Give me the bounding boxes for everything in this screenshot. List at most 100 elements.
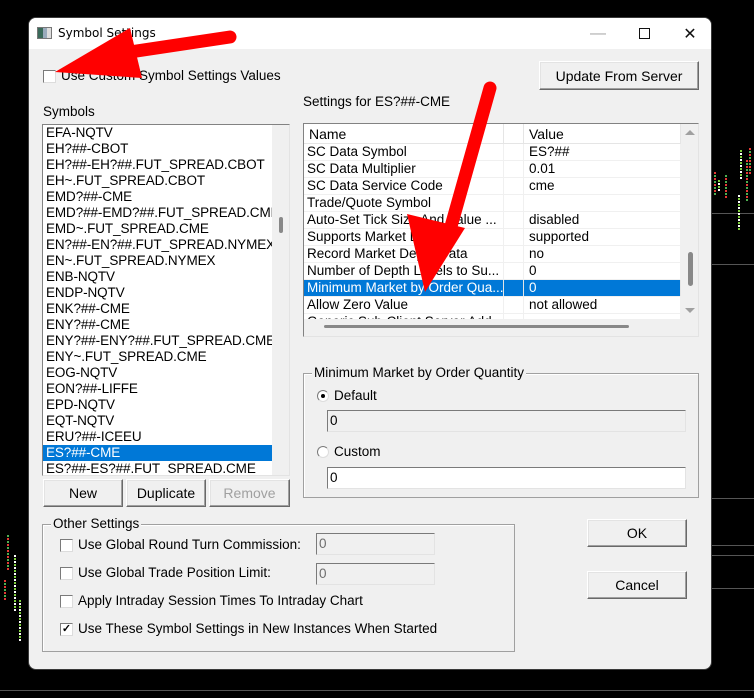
symbol-list-item[interactable]: ERU?##-ICEEU [43, 429, 289, 445]
symbol-list-item[interactable]: EON?##-LIFFE [43, 381, 289, 397]
background-chart-bar [740, 159, 742, 161]
setting-spacer [504, 263, 524, 279]
settings-row[interactable]: Generic Sub-Client Server Add... [304, 314, 681, 319]
symbol-list-item[interactable]: EH~.FUT_SPREAD.CBOT [43, 173, 289, 189]
symbol-list-item[interactable]: EMD?##-EMD?##.FUT_SPREAD.CME [43, 205, 289, 221]
setting-name: Generic Sub-Client Server Add... [304, 314, 504, 319]
symbol-list-item[interactable]: ES?##-ES?##.FUT_SPREAD.CME [43, 461, 289, 475]
setting-value[interactable]: ES?## [524, 144, 681, 160]
symbols-scrollbar-thumb[interactable] [279, 217, 283, 233]
ok-button[interactable]: OK [587, 519, 687, 547]
settings-row[interactable]: Trade/Quote Symbol [304, 195, 681, 212]
setting-value[interactable]: 0 [524, 263, 681, 279]
symbol-list-item[interactable]: EMD~.FUT_SPREAD.CME [43, 221, 289, 237]
setting-name: Supports Market Depth [304, 229, 504, 245]
setting-value[interactable]: cme [524, 178, 681, 194]
setting-value[interactable] [524, 195, 681, 211]
setting-name: Trade/Quote Symbol [304, 195, 504, 211]
background-chart-bar [14, 585, 16, 587]
close-button[interactable]: ✕ [667, 18, 711, 49]
background-chart-bar [4, 592, 6, 594]
symbol-list-item[interactable]: EOG-NQTV [43, 365, 289, 381]
column-header-name[interactable]: Name [304, 124, 504, 143]
default-radio[interactable] [317, 390, 329, 402]
background-chart-bar [738, 225, 740, 227]
background-chart-bar [725, 184, 727, 186]
cancel-button[interactable]: Cancel [587, 571, 687, 599]
setting-value[interactable]: disabled [524, 212, 681, 228]
settings-row[interactable]: Minimum Market by Order Qua... 0 [304, 280, 681, 297]
symbol-list-item[interactable]: EPD-NQTV [43, 397, 289, 413]
grid-rows: SC Data Symbol ES?## SC Data Multiplier 0.0… [304, 144, 681, 319]
symbol-list-item[interactable]: ENY~.FUT_SPREAD.CME [43, 349, 289, 365]
symbols-scrollbar[interactable] [272, 125, 289, 475]
detail-groupbox: Minimum Market by Order Quantity Default… [303, 365, 699, 498]
column-header-value[interactable]: Value [524, 124, 681, 143]
symbol-list-item[interactable]: EN?##-EN?##.FUT_SPREAD.NYMEX [43, 237, 289, 253]
settings-row[interactable]: Record Market Depth Data no [304, 246, 681, 263]
background-chart-bar [746, 178, 748, 180]
symbols-listbox[interactable]: EFA-NQTV EH?##-CBOT EH?##-EH?##.FUT_SPREAD… [42, 124, 290, 476]
symbol-list-item[interactable]: EN~.FUT_SPREAD.NYMEX [43, 253, 289, 269]
setting-value[interactable]: supported [524, 229, 681, 245]
symbol-list-item[interactable]: ENK?##-CME [43, 301, 289, 317]
update-from-server-button[interactable]: Update From Server [539, 61, 699, 90]
settings-property-grid[interactable]: Name Value SC Data Symbol ES?## SC Data Mu… [303, 123, 699, 337]
setting-name: Allow Zero Value [304, 297, 504, 313]
background-chart-bar [14, 555, 16, 557]
settings-row[interactable]: Number of Depth Levels to Su... 0 [304, 263, 681, 280]
app-icon [37, 27, 52, 39]
maximize-button[interactable] [621, 18, 667, 49]
grid-vertical-scrollbar-thumb[interactable] [688, 252, 693, 286]
symbol-list-item[interactable]: ENB-NQTV [43, 269, 289, 285]
background-chart-bar [740, 153, 742, 155]
other-settings-groupbox: Other Settings Use Global Round Turn Com… [42, 516, 515, 652]
background-chart-bar [746, 199, 748, 201]
scroll-up-arrow-icon[interactable] [685, 130, 695, 135]
symbol-list-item[interactable]: ENY?##-ENY?##.FUT_SPREAD.CME [43, 333, 289, 349]
custom-value-input[interactable]: 0 [327, 467, 686, 489]
minimize-button[interactable]: — [575, 18, 621, 49]
new-symbol-button[interactable]: New [43, 479, 123, 507]
background-chart-bar [718, 183, 720, 185]
setting-value[interactable]: no [524, 246, 681, 262]
duplicate-symbol-button[interactable]: Duplicate [126, 479, 206, 507]
settings-row[interactable]: SC Data Multiplier 0.01 [304, 161, 681, 178]
symbol-settings-dialog: Symbol Settings — ✕ Use Custom Symbol Se… [28, 17, 712, 670]
background-chart-bar [714, 172, 716, 174]
settings-row[interactable]: SC Data Symbol ES?## [304, 144, 681, 161]
round-turn-commission-checkbox[interactable] [60, 539, 73, 552]
symbol-list-item[interactable]: EMD?##-CME [43, 189, 289, 205]
custom-radio[interactable] [317, 446, 329, 458]
settings-row[interactable]: Allow Zero Value not allowed [304, 297, 681, 314]
symbol-list-item[interactable]: EFA-NQTV [43, 125, 289, 141]
symbol-list-item[interactable]: EQT-NQTV [43, 413, 289, 429]
symbol-list-item[interactable]: EH?##-EH?##.FUT_SPREAD.CBOT [43, 157, 289, 173]
setting-value[interactable]: 0 [524, 280, 681, 296]
setting-name: Auto-Set Tick Size And Value ... [304, 212, 504, 228]
symbol-list-item[interactable]: ENY?##-CME [43, 317, 289, 333]
setting-value[interactable] [524, 314, 681, 319]
background-chart-bar [7, 562, 9, 564]
session-times-checkbox[interactable] [60, 595, 73, 608]
background-chart-bar [4, 580, 6, 582]
settings-row[interactable]: SC Data Service Code cme [304, 178, 681, 195]
setting-value[interactable]: not allowed [524, 297, 681, 313]
setting-name: Record Market Depth Data [304, 246, 504, 262]
trade-position-limit-checkbox[interactable] [60, 567, 73, 580]
settings-row[interactable]: Supports Market Depth supported [304, 229, 681, 246]
grid-vertical-scrollbar[interactable] [681, 124, 698, 319]
grid-horizontal-scrollbar-thumb[interactable] [324, 325, 629, 328]
scroll-down-arrow-icon[interactable] [685, 308, 695, 313]
new-instances-checkbox[interactable]: ✓ [60, 623, 73, 636]
symbol-list-item[interactable]: ES?##-CME [43, 445, 289, 461]
setting-value[interactable]: 0.01 [524, 161, 681, 177]
background-chart-bar [738, 228, 740, 230]
symbol-list-item[interactable]: ENDP-NQTV [43, 285, 289, 301]
setting-spacer [504, 297, 524, 313]
background-chart-bar [14, 603, 16, 605]
symbol-list-item[interactable]: EH?##-CBOT [43, 141, 289, 157]
use-custom-settings-checkbox[interactable] [43, 70, 56, 83]
remove-symbol-button[interactable]: Remove [209, 479, 290, 507]
settings-row[interactable]: Auto-Set Tick Size And Value ... disabled [304, 212, 681, 229]
